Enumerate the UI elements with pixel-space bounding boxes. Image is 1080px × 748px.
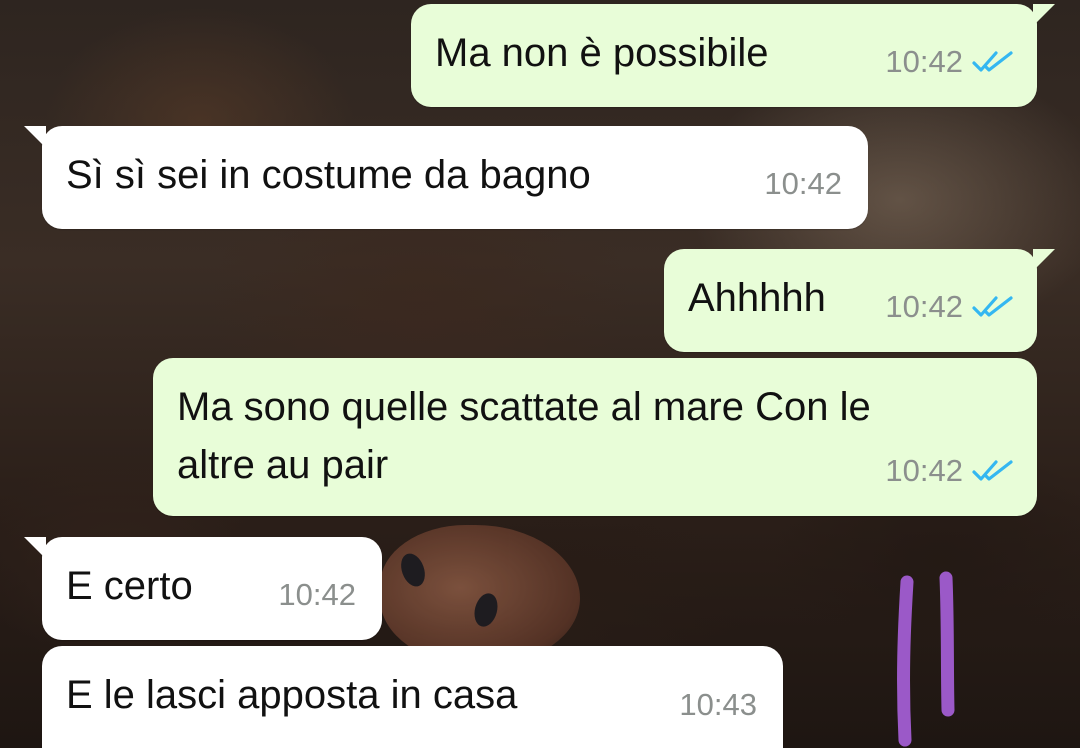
hand-drawn-marks [897,571,955,747]
message-time: 10:42 [885,453,963,488]
wallpaper-nail [396,550,430,590]
message-bubble-incoming[interactable]: E certo 10:42 [24,537,382,640]
message-meta: 10:42 [885,442,1015,500]
message-meta: 10:42 [764,155,842,213]
double-check-icon [972,296,1013,317]
message-text: Sì sì sei in costume da bagno [66,153,591,197]
message-meta: 10:42 [885,278,1015,336]
message-bubble-outgoing[interactable]: Ma non è possibile 10:42 [411,4,1055,107]
double-check-icon [972,51,1013,72]
message-bubble-outgoing[interactable]: Ma sono quelle scattate al mare Con le a… [153,358,1037,516]
message-time: 10:42 [885,44,963,79]
message-time: 10:43 [679,687,757,722]
message-text: E certo [66,564,193,608]
message-text: Ma non è possibile [435,31,769,75]
message-text: Ma sono quelle scattate al mare Con le a… [177,385,871,487]
message-text: Ahhhhh [688,276,826,320]
message-time: 10:42 [278,577,356,612]
message-time: 10:42 [885,289,963,324]
message-bubble-incoming[interactable]: Sì sì sei in costume da bagno 10:42 [24,126,868,229]
message-bubble-outgoing[interactable]: Ahhhhh 10:42 [664,249,1055,352]
message-meta: 10:42 [278,566,356,624]
wallpaper-photo-hand [380,525,580,665]
double-check-icon [972,460,1013,481]
message-bubble-incoming[interactable]: E le lasci apposta in casa 10:43 [42,646,783,748]
wallpaper-nail [470,590,502,630]
message-text: E le lasci apposta in casa [66,673,518,717]
message-meta: 10:42 [885,33,1015,91]
message-time: 10:42 [764,166,842,201]
message-meta: 10:43 [679,676,757,734]
